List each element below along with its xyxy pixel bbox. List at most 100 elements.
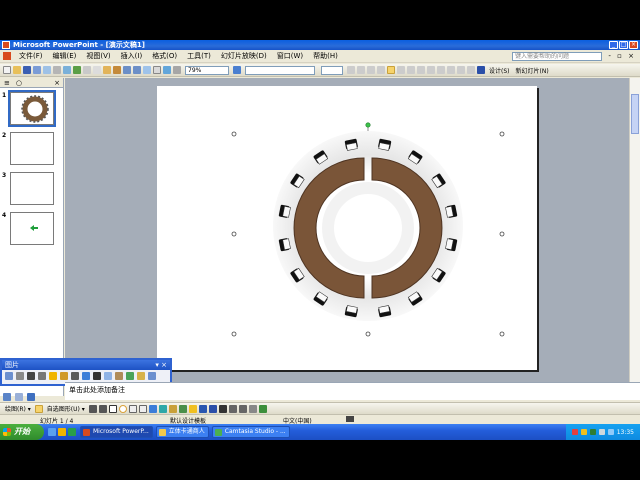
minimize-button[interactable]: _ xyxy=(609,41,618,49)
slide-sorter-icon[interactable] xyxy=(15,393,23,401)
diagram-icon[interactable] xyxy=(158,404,167,413)
doc-icon[interactable] xyxy=(3,52,11,60)
compress-icon[interactable] xyxy=(104,372,112,380)
insert-picture-icon[interactable] xyxy=(5,372,13,380)
vertical-scrollbar[interactable] xyxy=(629,78,640,396)
autoshapes-menu-button[interactable]: 自选图形(U) ▾ xyxy=(47,404,85,413)
notes-pane[interactable]: 单击此处添加备注 xyxy=(65,382,640,400)
task-camtasia[interactable]: Camtasia Studio - ... xyxy=(211,426,290,438)
bold-icon[interactable] xyxy=(347,66,355,74)
line-style-icon[interactable] xyxy=(93,372,101,380)
shadow-icon[interactable] xyxy=(377,66,385,74)
document-window-controls[interactable]: - ▫ × xyxy=(608,52,636,60)
tray-network-icon[interactable] xyxy=(589,429,596,435)
arrow-style-icon[interactable] xyxy=(238,404,247,413)
quicklaunch-desktop-icon[interactable] xyxy=(48,428,56,436)
less-brightness-icon[interactable] xyxy=(60,372,68,380)
insert-chart-icon[interactable] xyxy=(143,66,151,74)
shadow-style-icon[interactable] xyxy=(248,404,257,413)
round-table-picture[interactable] xyxy=(157,86,537,370)
menu-window[interactable]: 窗口(W) xyxy=(272,51,308,61)
design-button[interactable]: 设计(S) xyxy=(489,66,510,75)
font-select[interactable] xyxy=(245,65,315,75)
picture-toolbar-close[interactable]: ▾ × xyxy=(155,360,167,370)
menu-help[interactable]: 帮助(H) xyxy=(308,51,343,61)
pane-close-button[interactable]: × xyxy=(54,79,60,87)
slide-thumbnail-4[interactable] xyxy=(10,212,54,245)
increase-font-icon[interactable] xyxy=(437,66,445,74)
tray-volume-icon[interactable] xyxy=(598,429,605,435)
numbering-icon[interactable] xyxy=(417,66,425,74)
format-picture-icon[interactable] xyxy=(126,372,134,380)
quicklaunch-media-icon[interactable] xyxy=(58,428,66,436)
help-icon[interactable] xyxy=(233,66,241,74)
permission-icon[interactable] xyxy=(33,66,41,74)
print-preview-icon[interactable] xyxy=(63,66,71,74)
3d-style-icon[interactable] xyxy=(258,404,267,413)
vertical-textbox-icon[interactable] xyxy=(138,404,147,413)
zoom-select[interactable]: 79% xyxy=(185,65,229,75)
decrease-indent-icon[interactable] xyxy=(457,66,465,74)
fill-color-icon[interactable] xyxy=(188,404,197,413)
outline-tab[interactable]: ○ xyxy=(16,79,22,87)
increase-indent-icon[interactable] xyxy=(467,66,475,74)
slides-tab[interactable]: ≡ xyxy=(4,79,10,87)
oval-icon[interactable] xyxy=(118,404,127,413)
menu-file[interactable]: 文件(F) xyxy=(14,51,48,61)
menu-format[interactable]: 格式(O) xyxy=(147,51,182,61)
textbox-icon[interactable] xyxy=(128,404,137,413)
quicklaunch-ie-icon[interactable] xyxy=(68,428,76,436)
set-transparent-icon[interactable] xyxy=(137,372,145,380)
cut-icon[interactable] xyxy=(83,66,91,74)
insert-picture-icon[interactable] xyxy=(163,66,171,74)
current-slide[interactable] xyxy=(157,86,537,370)
slide-thumbnail-1[interactable] xyxy=(8,90,56,127)
less-contrast-icon[interactable] xyxy=(38,372,46,380)
slideshow-icon[interactable] xyxy=(27,393,35,401)
paste-icon[interactable] xyxy=(103,66,111,74)
menu-slideshow[interactable]: 幻灯片放映(D) xyxy=(216,51,272,61)
slide-thumbnail-3[interactable] xyxy=(10,172,54,205)
tray-ime-icon[interactable] xyxy=(580,429,587,435)
undo-icon[interactable] xyxy=(123,66,131,74)
menu-view[interactable]: 视图(V) xyxy=(81,51,115,61)
rotate-handle[interactable] xyxy=(365,122,371,128)
italic-icon[interactable] xyxy=(357,66,365,74)
bullets-icon[interactable] xyxy=(427,66,435,74)
tray-antivirus-icon[interactable] xyxy=(571,429,578,435)
font-size-select[interactable] xyxy=(321,65,343,75)
task-powerpoint[interactable]: Microsoft PowerP... xyxy=(80,426,153,438)
arrow-icon[interactable] xyxy=(98,404,107,413)
normal-view-icon[interactable] xyxy=(3,393,11,401)
recolor-icon[interactable] xyxy=(115,372,123,380)
decrease-font-icon[interactable] xyxy=(447,66,455,74)
insert-table-icon[interactable] xyxy=(153,66,161,74)
save-icon[interactable] xyxy=(23,66,31,74)
scroll-thumb[interactable] xyxy=(631,94,639,134)
draw-menu-button[interactable]: 绘图(R) ▾ xyxy=(5,404,31,413)
start-button[interactable]: 开始 xyxy=(0,424,44,440)
format-painter-icon[interactable] xyxy=(113,66,121,74)
color-icon[interactable] xyxy=(16,372,24,380)
rectangle-icon[interactable] xyxy=(108,404,117,413)
align-left-icon[interactable] xyxy=(387,66,395,74)
reset-picture-icon[interactable] xyxy=(148,372,156,380)
menu-tools[interactable]: 工具(T) xyxy=(182,51,216,61)
align-right-icon[interactable] xyxy=(407,66,415,74)
tray-update-icon[interactable] xyxy=(607,429,614,435)
align-center-icon[interactable] xyxy=(397,66,405,74)
select-objects-icon[interactable] xyxy=(34,404,43,413)
help-search-input[interactable]: 键入需要帮助的问题 xyxy=(512,52,602,61)
more-contrast-icon[interactable] xyxy=(27,372,35,380)
rotate-left-icon[interactable] xyxy=(82,372,90,380)
line-color-icon[interactable] xyxy=(198,404,207,413)
new-slide-button[interactable]: 新幻灯片(N) xyxy=(516,66,549,75)
crop-icon[interactable] xyxy=(71,372,79,380)
dash-style-icon[interactable] xyxy=(228,404,237,413)
menu-edit[interactable]: 编辑(E) xyxy=(48,51,82,61)
close-button[interactable]: × xyxy=(629,41,638,49)
font-color-icon[interactable] xyxy=(477,66,485,74)
grid-icon[interactable] xyxy=(173,66,181,74)
open-icon[interactable] xyxy=(13,66,21,74)
powerpoint-app-icon[interactable] xyxy=(2,41,10,49)
